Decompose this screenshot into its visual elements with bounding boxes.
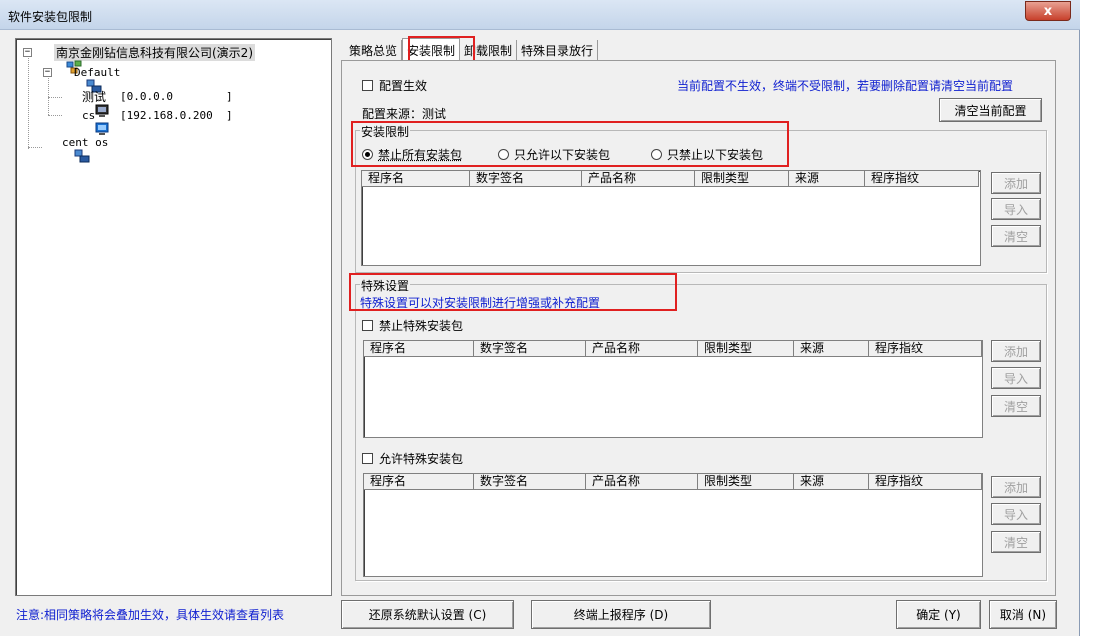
import-button[interactable]: 导入	[991, 198, 1041, 220]
col-signature[interactable]: 数字签名	[470, 171, 582, 187]
restore-defaults-button[interactable]: 还原系统默认设置 (C)	[341, 600, 514, 629]
import-button[interactable]: 导入	[991, 367, 1041, 389]
tree-root-label: 南京金刚钻信息科技有限公司(演示2)	[54, 44, 255, 61]
install-list-table[interactable]: 程序名 数字签名 产品名称 限制类型 来源 程序指纹	[361, 170, 981, 266]
radio-forbid-all[interactable]: 禁止所有安装包	[362, 146, 462, 163]
radio-forbid-only-label: 只禁止以下安装包	[667, 148, 764, 162]
clear-button[interactable]: 清空	[991, 225, 1041, 247]
col-source[interactable]: 来源	[794, 341, 869, 357]
col-program[interactable]: 程序名	[362, 171, 470, 187]
tree-default-group[interactable]: − Default	[43, 65, 121, 93]
allow-special-checkbox[interactable]: 允许特殊安装包	[362, 450, 463, 467]
col-fingerprint[interactable]: 程序指纹	[865, 171, 979, 187]
clear-button[interactable]: 清空	[991, 395, 1041, 417]
enable-config-label: 配置生效	[379, 79, 428, 93]
radio-icon[interactable]	[498, 149, 509, 160]
radio-forbid-only[interactable]: 只禁止以下安装包	[651, 146, 763, 163]
collapse-icon[interactable]: −	[43, 67, 52, 77]
radio-forbid-all-label: 禁止所有安装包	[378, 148, 463, 162]
computer-icon	[63, 108, 109, 135]
close-button[interactable]: x	[1025, 1, 1071, 21]
clear-button[interactable]: 清空	[991, 531, 1041, 553]
col-limit-type[interactable]: 限制类型	[698, 474, 794, 490]
col-source[interactable]: 来源	[794, 474, 869, 490]
host-ip: [0.0.0.0 ]	[120, 90, 233, 103]
checkbox-icon[interactable]	[362, 320, 373, 331]
radio-allow-only-label: 只允许以下安装包	[514, 148, 611, 162]
import-button[interactable]: 导入	[991, 503, 1041, 525]
tree-default-label: Default	[74, 65, 121, 79]
col-program[interactable]: 程序名	[364, 341, 474, 357]
table-header: 程序名 数字签名 产品名称 限制类型 来源 程序指纹	[364, 474, 982, 490]
tab-uninstall-limit[interactable]: 卸载限制	[460, 40, 518, 61]
host-name: 测试	[82, 90, 107, 104]
col-fingerprint[interactable]: 程序指纹	[869, 341, 982, 357]
col-signature[interactable]: 数字签名	[474, 341, 586, 357]
tree-other-label: cent os	[62, 135, 109, 149]
col-product[interactable]: 产品名称	[586, 474, 698, 490]
add-button[interactable]: 添加	[991, 172, 1041, 194]
table-header: 程序名 数字签名 产品名称 限制类型 来源 程序指纹	[362, 171, 980, 187]
group-icon	[43, 135, 90, 163]
group-tree[interactable]: − 南京金刚钻信息科技有限公司(演示2) − Default 测试 [0.0.0…	[15, 38, 332, 596]
forbid-special-label: 禁止特殊安装包	[379, 319, 464, 333]
checkbox-icon[interactable]	[362, 80, 373, 91]
col-limit-type[interactable]: 限制类型	[695, 171, 789, 187]
clear-config-button[interactable]: 清空当前配置	[939, 98, 1042, 122]
tab-install-limit[interactable]: 安装限制	[402, 38, 461, 61]
config-source: 配置来源：测试	[362, 107, 447, 121]
forbid-special-checkbox[interactable]: 禁止特殊安装包	[362, 317, 463, 334]
allow-special-table[interactable]: 程序名 数字签名 产品名称 限制类型 来源 程序指纹	[363, 473, 983, 577]
tree-other-group[interactable]: cent os	[43, 135, 109, 163]
install-limit-title: 安装限制	[360, 123, 411, 140]
col-fingerprint[interactable]: 程序指纹	[869, 474, 982, 490]
add-button[interactable]: 添加	[991, 476, 1041, 498]
report-programs-button[interactable]: 终端上报程序 (D)	[531, 600, 711, 629]
dialog-window: 软件安装包限制 x − 南京金刚钻信息科技有限公司(演示2) − Default	[0, 0, 1080, 636]
group-icon	[55, 65, 102, 93]
host-ip: [192.168.0.200 ]	[120, 108, 233, 122]
computer-icon	[63, 90, 109, 117]
ok-button[interactable]: 确定 (Y)	[896, 600, 981, 629]
checkbox-icon[interactable]	[362, 453, 373, 464]
allow-special-label: 允许特殊安装包	[379, 452, 464, 466]
tree-host-node[interactable]: cs [192.168.0.200 ]	[63, 108, 233, 135]
col-product[interactable]: 产品名称	[586, 341, 698, 357]
col-limit-type[interactable]: 限制类型	[698, 341, 794, 357]
add-button[interactable]: 添加	[991, 340, 1041, 362]
special-settings-description: 特殊设置可以对安装限制进行增强或补充配置	[360, 296, 601, 310]
footer-note: 注意:相同策略将会叠加生效，具体生效请查看列表	[16, 608, 285, 622]
radio-selected-icon[interactable]	[362, 149, 373, 160]
col-program[interactable]: 程序名	[364, 474, 474, 490]
special-settings-title: 特殊设置	[360, 277, 411, 294]
radio-icon[interactable]	[651, 149, 662, 160]
tab-special-dir[interactable]: 特殊目录放行	[517, 40, 599, 61]
col-signature[interactable]: 数字签名	[474, 474, 586, 490]
collapse-icon[interactable]: −	[23, 48, 32, 57]
host-name: cs	[82, 108, 96, 122]
tab-overview[interactable]: 策略总览	[345, 40, 403, 61]
title-bar: 软件安装包限制 x	[0, 0, 1080, 30]
tree-host-node[interactable]: 测试 [0.0.0.0 ]	[63, 88, 233, 117]
window-title: 软件安装包限制	[8, 10, 93, 24]
organization-icon	[35, 46, 82, 73]
tab-bar: 策略总览 安装限制 卸载限制 特殊目录放行	[345, 38, 599, 61]
forbid-special-table[interactable]: 程序名 数字签名 产品名称 限制类型 来源 程序指纹	[363, 340, 983, 438]
col-source[interactable]: 来源	[789, 171, 865, 187]
config-warning: 当前配置不生效，终端不受限制，若要删除配置请清空当前配置	[677, 79, 1014, 93]
col-product[interactable]: 产品名称	[582, 171, 695, 187]
enable-config-checkbox[interactable]: 配置生效	[362, 77, 427, 94]
table-header: 程序名 数字签名 产品名称 限制类型 来源 程序指纹	[364, 341, 982, 357]
cancel-button[interactable]: 取消 (N)	[989, 600, 1057, 629]
radio-allow-only[interactable]: 只允许以下安装包	[498, 146, 610, 163]
tree-root-node[interactable]: − 南京金刚钻信息科技有限公司(演示2)	[23, 44, 255, 73]
